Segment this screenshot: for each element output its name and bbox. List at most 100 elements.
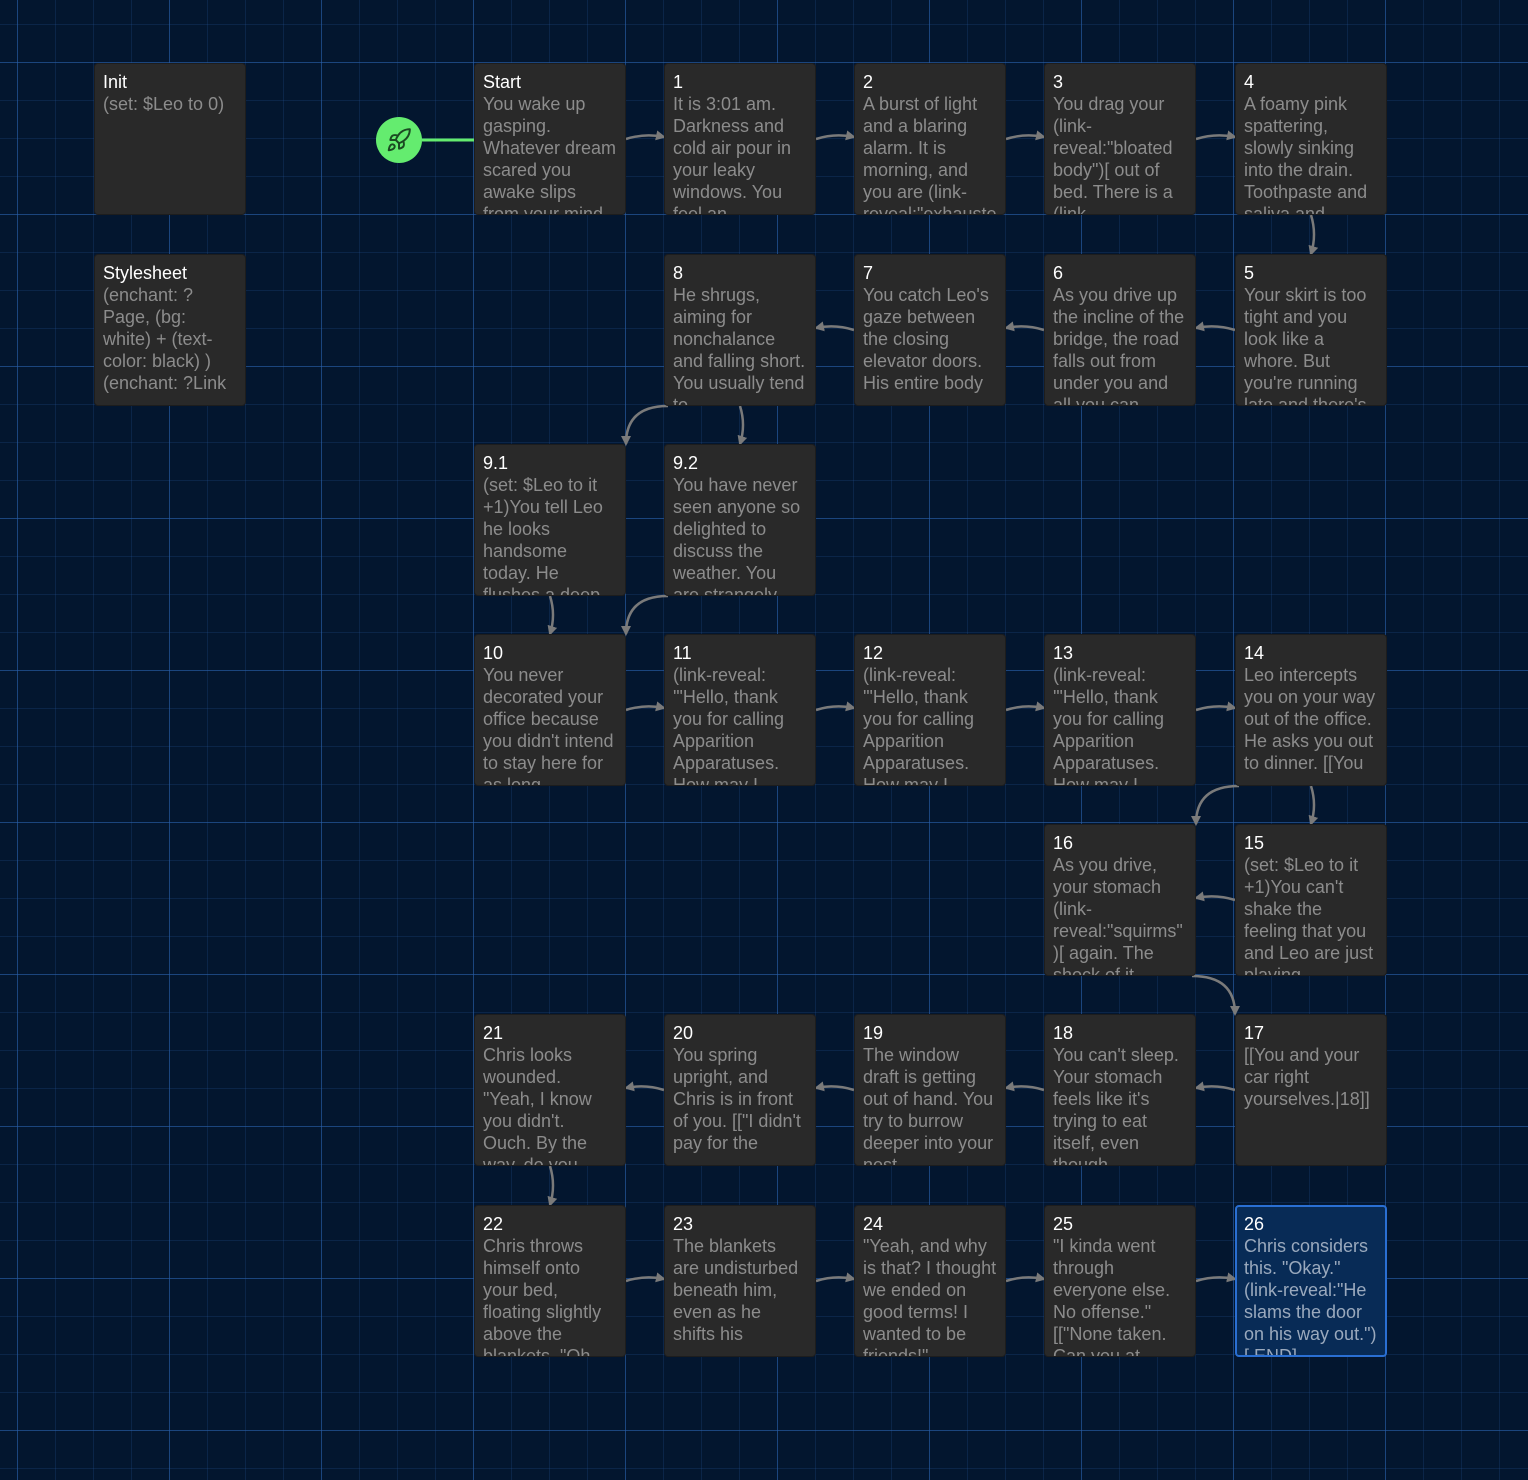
connector-p18-to-p19 (1004, 1081, 1045, 1092)
passage-excerpt: (set: $Leo to it +1)You tell Leo he look… (483, 475, 603, 596)
passage-title: Init (103, 72, 128, 92)
passage-excerpt: The blankets are undisturbed beneath him… (673, 1236, 799, 1344)
passage-title: 7 (863, 263, 874, 283)
connector-p19-to-p20 (814, 1081, 855, 1092)
passage-title: 12 (863, 643, 884, 663)
connector-p14-to-p15 (1308, 785, 1319, 826)
passage-title: 11 (673, 643, 692, 663)
passage-card-p2[interactable]: 2A burst of light and a blaring alarm. I… (854, 63, 1006, 215)
passage-excerpt: You spring upright, and Chris is in fron… (673, 1045, 801, 1153)
passage-card-p21[interactable]: 21 Chris looks wounded. "Yeah, I know you… (474, 1014, 626, 1166)
passage-title: 26 (1244, 1214, 1265, 1234)
passage-title: 2 (863, 72, 874, 92)
connector-p11-to-p12 (815, 701, 856, 712)
passage-title: 1 (673, 72, 684, 92)
passage-title: 22 (483, 1214, 504, 1234)
passage-card-p7[interactable]: 7 You catch Leo's gaze between the closin… (854, 254, 1006, 406)
passage-title: 18 (1053, 1023, 1074, 1043)
connector-p8-to-p9_1 (621, 404, 669, 446)
passage-title: 25 (1053, 1214, 1074, 1234)
passage-card-p18[interactable]: 18 You can't sleep. Your stomach feels li… (1044, 1014, 1196, 1166)
passage-excerpt: You have never seen anyone so delighted … (673, 475, 801, 596)
connector-p23-to-p24 (815, 1272, 856, 1283)
passage-card-p11[interactable]: 11 (link-reveal: '"Hello, thank you for c… (664, 634, 816, 786)
passage-card-p6[interactable]: 6 As you drive up the incline of the brid… (1044, 254, 1196, 406)
passage-card-p4[interactable]: 4A foamy pink spattering, slowly sinking… (1235, 63, 1387, 215)
passage-excerpt: "Yeah, and why is that? I thought we end… (863, 1236, 997, 1357)
story-map[interactable]: Init (set: $Leo to 0) Stylesheet (enchant: … (0, 0, 1528, 1480)
passage-title: 23 (673, 1214, 694, 1234)
passage-title: 3 (1053, 72, 1064, 92)
passage-title: 8 (673, 263, 684, 283)
passage-title: 10 (483, 643, 504, 663)
passage-card-p9-1[interactable]: 9.1 (set: $Leo to it +1)You tell Leo he l… (474, 444, 626, 596)
connector-p8-to-p9_2 (737, 405, 748, 446)
connector-p9_1-to-p10 (547, 595, 558, 636)
connector-p14-to-p16 (1191, 784, 1240, 826)
connector-p16-to-p17 (1191, 974, 1240, 1016)
passage-card-p22[interactable]: 22 Chris throws himself onto your bed, fl… (474, 1205, 626, 1357)
passage-card-p14[interactable]: 14 Leo intercepts you on your way out of … (1235, 634, 1387, 786)
connector-p6-to-p7 (1004, 321, 1045, 332)
passage-card-start[interactable]: Start You wake up gasping. Whatever dream… (474, 63, 626, 215)
passage-card-p5[interactable]: 5 Your skirt is too tight and you look li… (1235, 254, 1387, 406)
connector-p10-to-p11 (625, 701, 666, 712)
passage-excerpt: Your skirt is too tight and you look lik… (1244, 285, 1367, 406)
passage-title: 19 (863, 1023, 884, 1043)
passage-title: 15 (1244, 833, 1265, 853)
connector-p12-to-p13 (1005, 701, 1046, 712)
passage-card-p17[interactable]: 17 [[You and your car right yourselves.|1… (1235, 1014, 1387, 1166)
passage-card-p9-2[interactable]: 9.2 You have never seen anyone so delight… (664, 444, 816, 596)
passage-excerpt: A foamy pink spattering, slowly sinking … (1244, 94, 1368, 215)
passage-excerpt: (set: $Leo to 0) (103, 94, 225, 114)
passage-card-p15[interactable]: 15 (set: $Leo to it +1)You can't shake th… (1235, 824, 1387, 976)
passage-excerpt: "I kinda went through everyone else. No … (1053, 1236, 1171, 1357)
passage-card-p13[interactable]: 13 (link-reveal: '"Hello, thank you for c… (1044, 634, 1196, 786)
connector-p15-to-p16 (1194, 891, 1236, 902)
passage-card-p10[interactable]: 10 You never decorated your office becaus… (474, 634, 626, 786)
passage-card-p19[interactable]: 19 The window draft is getting out of han… (854, 1014, 1006, 1166)
passage-title: 14 (1244, 643, 1265, 663)
passage-excerpt: As you drive up the incline of the bridg… (1053, 285, 1185, 406)
passage-excerpt: (set: $Leo to it +1)You can't shake the … (1244, 855, 1374, 976)
passage-card-p26[interactable]: 26 Chris considers this. "Okay." (link-re… (1235, 1205, 1387, 1357)
connector-p21-to-p22 (547, 1165, 558, 1207)
passage-card-p3[interactable]: 3 You drag your (link-reveal:"bloated bod… (1044, 63, 1196, 215)
rocket-icon (387, 128, 411, 152)
passage-card-p1[interactable]: 1 It is 3:01 am. Darkness and cold air po… (664, 63, 816, 215)
passage-card-p20[interactable]: 20 You spring upright, and Chris is in fr… (664, 1014, 816, 1166)
connector-p9_2-to-p10 (621, 594, 669, 636)
passage-title: 13 (1053, 643, 1074, 663)
passage-excerpt: [[You and your car right yourselves.|18]… (1244, 1045, 1370, 1109)
passage-excerpt: A burst of light and a blaring alarm. It… (863, 94, 997, 215)
passage-excerpt: Chris looks wounded. "Yeah, I know you d… (483, 1045, 592, 1166)
connector-p22-to-p23 (625, 1272, 666, 1283)
passage-excerpt: You catch Leo's gaze between the closing… (863, 285, 989, 393)
passage-card-p24[interactable]: 24 "Yeah, and why is that? I thought we e… (854, 1205, 1006, 1357)
passage-card-p25[interactable]: 25 "I kinda went through everyone else. N… (1044, 1205, 1196, 1357)
connector-p7-to-p8 (814, 321, 855, 332)
passage-excerpt: You can't sleep. Your stomach feels like… (1053, 1045, 1179, 1166)
connector-p25-to-p26 (1195, 1272, 1237, 1283)
passage-title: Start (483, 72, 522, 92)
passage-title: 20 (673, 1023, 694, 1043)
passage-title: 9.2 (673, 453, 699, 473)
passage-title: 6 (1053, 263, 1064, 283)
passage-excerpt: As you drive, your stomach (link-reveal:… (1053, 855, 1183, 976)
passage-card-init[interactable]: Init (set: $Leo to 0) (94, 63, 246, 215)
passage-excerpt: You wake up gasping. Whatever dream scar… (483, 94, 617, 215)
passage-card-stylesheet[interactable]: Stylesheet (enchant: ?Page, (bg: white) +… (94, 254, 246, 406)
passage-excerpt: Leo intercepts you on your way out of th… (1244, 665, 1376, 773)
passage-card-p12[interactable]: 12 (link-reveal: '"Hello, thank you for c… (854, 634, 1006, 786)
passage-excerpt: It is 3:01 am. Darkness and cold air pou… (673, 94, 792, 215)
passage-excerpt: (enchant: ?Page, (bg: white) + (text-col… (103, 285, 227, 393)
passage-card-p16[interactable]: 16 As you drive, your stomach (link-revea… (1044, 824, 1196, 976)
passage-title: 9.1 (483, 453, 509, 473)
passage-title: 5 (1244, 263, 1255, 283)
passage-card-p8[interactable]: 8 He shrugs, aiming for nonchalance and f… (664, 254, 816, 406)
passage-card-p23[interactable]: 23 The blankets are undisturbed beneath h… (664, 1205, 816, 1357)
start-badge[interactable] (376, 117, 422, 163)
passage-title: Stylesheet (103, 263, 188, 283)
connector-p3-to-p4 (1195, 130, 1237, 141)
connector-p5-to-p6 (1194, 321, 1236, 332)
